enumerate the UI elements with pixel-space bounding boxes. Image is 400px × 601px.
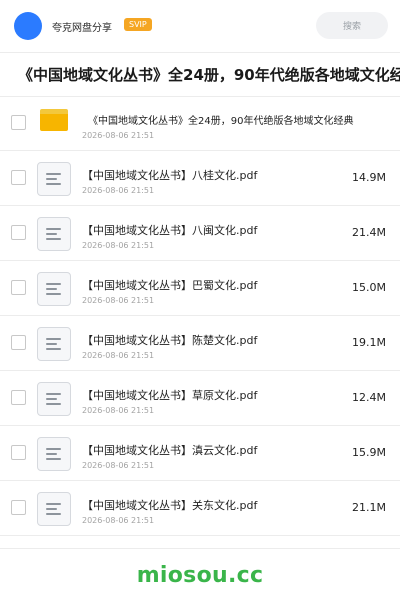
file-name: 【中国地域文化丛书】八桂文化.pdf xyxy=(82,169,258,182)
top-bar: 夸克网盘分享 SVIP 搜索 xyxy=(0,0,400,53)
document-icon xyxy=(37,492,71,526)
file-name: 【中国地域文化丛书】草原文化.pdf xyxy=(82,389,258,402)
share-title-row: 《中国地域文化丛书》全24册，90年代绝版各地域文化经典 xyxy=(0,52,400,97)
file-row-folder[interactable]: 《中国地域文化丛书》全24册，90年代绝版各地域文化经典 2026-08-06 … xyxy=(0,96,400,151)
row-checkbox[interactable] xyxy=(11,335,26,350)
file-date: 2026-08-06 21:51 xyxy=(82,516,155,525)
file-size: 21.4M xyxy=(352,226,386,239)
file-size: 19.1M xyxy=(352,336,386,349)
file-row[interactable]: 【中国地域文化丛书】滇云文化.pdf 2026-08-06 21:51 15.9… xyxy=(0,426,400,481)
row-checkbox[interactable] xyxy=(11,115,26,130)
row-checkbox[interactable] xyxy=(11,225,26,240)
file-name: 【中国地域文化丛书】八闽文化.pdf xyxy=(82,224,258,237)
row-checkbox[interactable] xyxy=(11,390,26,405)
file-row[interactable]: 【中国地域文化丛书】八桂文化.pdf 2026-08-06 21:51 14.9… xyxy=(0,151,400,206)
file-name: 【中国地域文化丛书】陈楚文化.pdf xyxy=(82,334,258,347)
folder-icon xyxy=(40,109,68,131)
footer: miosou.cc xyxy=(0,548,400,601)
file-row[interactable]: 【中国地域文化丛书】陈楚文化.pdf 2026-08-06 21:51 19.1… xyxy=(0,316,400,371)
file-size: 15.9M xyxy=(352,446,386,459)
file-name: 《中国地域文化丛书》全24册，90年代绝版各地域文化经典 xyxy=(88,116,354,127)
document-icon xyxy=(37,437,71,471)
file-row[interactable]: 【中国地域文化丛书】草原文化.pdf 2026-08-06 21:51 12.4… xyxy=(0,371,400,426)
share-title: 《中国地域文化丛书》全24册，90年代绝版各地域文化经典 xyxy=(18,66,400,84)
file-size: 21.1M xyxy=(352,501,386,514)
document-icon xyxy=(37,162,71,196)
file-name: 【中国地域文化丛书】关东文化.pdf xyxy=(82,499,258,512)
username[interactable]: 夸克网盘分享 xyxy=(52,19,112,34)
file-date: 2026-08-06 21:51 xyxy=(82,131,155,140)
row-checkbox[interactable] xyxy=(11,500,26,515)
file-row[interactable]: 【中国地域文化丛书】巴蜀文化.pdf 2026-08-06 21:51 15.0… xyxy=(0,261,400,316)
file-date: 2026-08-06 21:51 xyxy=(82,186,155,195)
file-date: 2026-08-06 21:51 xyxy=(82,296,155,305)
file-size: 14.9M xyxy=(352,171,386,184)
file-date: 2026-08-06 21:51 xyxy=(82,351,155,360)
document-icon xyxy=(37,327,71,361)
row-checkbox[interactable] xyxy=(11,170,26,185)
file-date: 2026-08-06 21:51 xyxy=(82,241,155,250)
file-name: 【中国地域文化丛书】巴蜀文化.pdf xyxy=(82,279,258,292)
document-icon xyxy=(37,217,71,251)
document-icon xyxy=(37,382,71,416)
brand-logo-text[interactable]: miosou.cc xyxy=(0,563,400,588)
file-size: 12.4M xyxy=(352,391,386,404)
file-name: 【中国地域文化丛书】滇云文化.pdf xyxy=(82,444,258,457)
file-size: 15.0M xyxy=(352,281,386,294)
file-row[interactable]: 【中国地域文化丛书】关东文化.pdf 2026-08-06 21:51 21.1… xyxy=(0,481,400,536)
search-button[interactable]: 搜索 xyxy=(316,12,388,39)
svip-badge: SVIP xyxy=(124,18,152,31)
file-row[interactable]: 【中国地域文化丛书】八闽文化.pdf 2026-08-06 21:51 21.4… xyxy=(0,206,400,261)
avatar[interactable] xyxy=(14,12,42,40)
document-icon xyxy=(37,272,71,306)
row-checkbox[interactable] xyxy=(11,445,26,460)
file-date: 2026-08-06 21:51 xyxy=(82,461,155,470)
file-list: 《中国地域文化丛书》全24册，90年代绝版各地域文化经典 2026-08-06 … xyxy=(0,96,400,544)
file-date: 2026-08-06 21:51 xyxy=(82,406,155,415)
row-checkbox[interactable] xyxy=(11,280,26,295)
